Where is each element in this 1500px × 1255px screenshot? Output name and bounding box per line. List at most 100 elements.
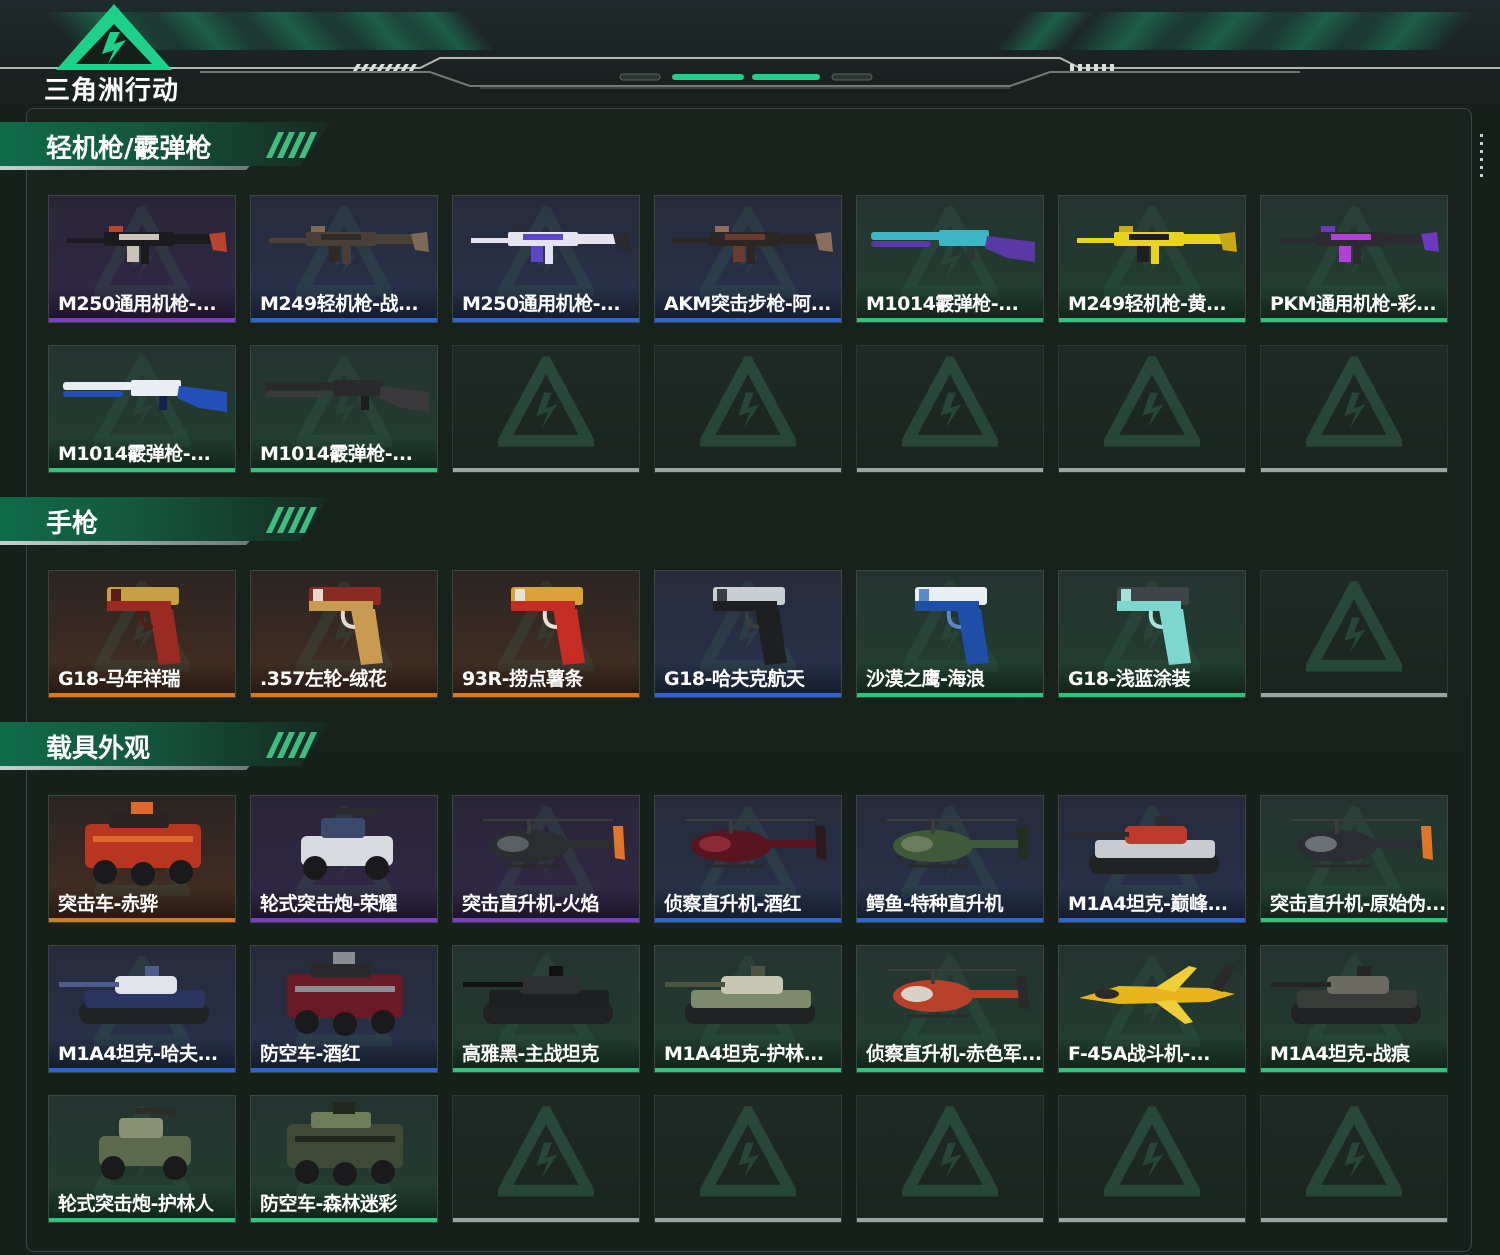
item-card[interactable]: .357左轮-绒花: [250, 570, 438, 698]
pistol-redgold-icon: [511, 587, 585, 665]
delta-watermark-icon: [700, 356, 796, 447]
rarity-bar: [655, 918, 841, 922]
empty-item-slot: [452, 1095, 640, 1223]
delta-watermark-icon: [498, 356, 594, 447]
delta-watermark-icon: [498, 1106, 594, 1197]
pistol-black-icon: [713, 587, 787, 665]
lmg-black-icon: [67, 226, 227, 264]
item-label: 突击车-赤骅: [58, 893, 158, 915]
item-card[interactable]: 轮式突击炮-护林人: [48, 1095, 236, 1223]
rarity-bar: [1059, 1218, 1245, 1222]
lmg-purple-icon: [471, 226, 631, 264]
rarity-bar: [857, 318, 1043, 322]
item-card[interactable]: 轮式突击炮-荣耀: [250, 795, 438, 923]
truck-red-icon: [85, 802, 201, 886]
item-card[interactable]: M1014霰弹枪-...: [250, 345, 438, 473]
item-card[interactable]: M1A4坦克-护林...: [654, 945, 842, 1073]
item-card[interactable]: 突击直升机-原始伪...: [1260, 795, 1448, 923]
item-card[interactable]: AKM突击步枪-阿...: [654, 195, 842, 323]
rarity-bar: [1261, 318, 1447, 322]
item-card[interactable]: 侦察直升机-赤色军...: [856, 945, 1044, 1073]
rarity-bar: [49, 1068, 235, 1072]
rarity-bar: [453, 1218, 639, 1222]
item-card[interactable]: 防空车-森林迷彩: [250, 1095, 438, 1223]
item-label: F-45A战斗机-...: [1068, 1043, 1210, 1065]
rarity-bar: [1261, 468, 1447, 472]
rarity-bar: [655, 318, 841, 322]
rarity-bar: [453, 1068, 639, 1072]
item-card[interactable]: 侦察直升机-酒红: [654, 795, 842, 923]
item-card[interactable]: F-45A战斗机-...: [1058, 945, 1246, 1073]
shotgun-black-icon: [265, 380, 429, 412]
section-header-lmg-shotgun: 轻机枪/霰弹枪: [0, 122, 340, 174]
rarity-bar: [49, 318, 235, 322]
empty-item-slot: [452, 345, 640, 473]
item-card[interactable]: M1A4坦克-哈夫...: [48, 945, 236, 1073]
item-card[interactable]: M1A4坦克-战痕: [1260, 945, 1448, 1073]
apc-wine-icon: [287, 952, 403, 1036]
item-card[interactable]: 突击车-赤骅: [48, 795, 236, 923]
item-card[interactable]: M1014霰弹枪-...: [48, 345, 236, 473]
item-card[interactable]: 鳄鱼-特种直升机: [856, 795, 1044, 923]
buggy-camo-icon: [99, 1108, 191, 1180]
empty-item-slot: [1260, 570, 1448, 698]
tank-red-icon: [1069, 816, 1219, 874]
empty-item-slot: [856, 345, 1044, 473]
rarity-bar: [1059, 318, 1245, 322]
rarity-bar: [453, 318, 639, 322]
item-card[interactable]: PKM通用机枪-彩...: [1260, 195, 1448, 323]
empty-item-slot: [1260, 1095, 1448, 1223]
item-card[interactable]: M250通用机枪-...: [452, 195, 640, 323]
scroll-indicator[interactable]: [1480, 134, 1484, 182]
item-label: M1A4坦克-巅峰...: [1068, 893, 1228, 915]
item-card[interactable]: M1014霰弹枪-...: [856, 195, 1044, 323]
item-card[interactable]: G18-马年祥瑞: [48, 570, 236, 698]
item-label: .357左轮-绒花: [260, 668, 387, 690]
item-label: 防空车-酒红: [260, 1043, 360, 1065]
item-card[interactable]: G18-浅蓝涂装: [1058, 570, 1246, 698]
empty-item-slot: [1260, 345, 1448, 473]
item-label: M1014霰弹枪-...: [58, 443, 211, 465]
heli-green-icon: [887, 819, 1029, 868]
game-logo-text: 三角洲行动: [44, 76, 180, 106]
rarity-bar: [453, 693, 639, 697]
deagle-blue-icon: [915, 587, 989, 665]
pistol-red-icon: [107, 587, 181, 665]
rarity-bar: [1261, 918, 1447, 922]
rarity-bar: [857, 918, 1043, 922]
rarity-bar: [857, 1218, 1043, 1222]
item-label: 鳄鱼-特种直升机: [866, 893, 1003, 915]
rarity-bar: [857, 468, 1043, 472]
item-label: M1A4坦克-战痕: [1270, 1043, 1410, 1065]
item-card[interactable]: 突击直升机-火焰: [452, 795, 640, 923]
empty-item-slot: [1058, 1095, 1246, 1223]
rarity-bar: [1261, 693, 1447, 697]
apc-camo-icon: [287, 1102, 403, 1186]
shotgun-cyan-icon: [871, 230, 1035, 262]
item-label: M1A4坦克-哈夫...: [58, 1043, 218, 1065]
shotgun-blue-icon: [63, 380, 227, 412]
item-card[interactable]: M249轻机枪-黄...: [1058, 195, 1246, 323]
empty-item-slot: [1058, 345, 1246, 473]
rarity-bar: [251, 918, 437, 922]
item-card[interactable]: 高雅黑-主战坦克: [452, 945, 640, 1073]
item-card[interactable]: M250通用机枪-...: [48, 195, 236, 323]
rarity-bar: [655, 468, 841, 472]
item-label: M250通用机枪-...: [462, 293, 621, 315]
item-label: G18-浅蓝涂装: [1068, 668, 1190, 690]
item-label: 轮式突击炮-荣耀: [260, 893, 397, 915]
revolver-gold-icon: [309, 587, 383, 665]
rarity-bar: [453, 468, 639, 472]
item-card[interactable]: 防空车-酒红: [250, 945, 438, 1073]
delta-watermark-icon: [902, 356, 998, 447]
item-card[interactable]: M249轻机枪-战...: [250, 195, 438, 323]
item-card[interactable]: G18-哈夫克航天: [654, 570, 842, 698]
item-card[interactable]: 沙漠之鹰-海浪: [856, 570, 1044, 698]
heli-wine-icon: [685, 819, 827, 868]
item-card[interactable]: 93R-捞点薯条: [452, 570, 640, 698]
delta-watermark-icon: [700, 1106, 796, 1197]
item-label: M249轻机枪-战...: [260, 293, 419, 315]
item-label: 防空车-森林迷彩: [260, 1193, 397, 1215]
heli-flame-icon: [483, 819, 625, 868]
item-card[interactable]: M1A4坦克-巅峰...: [1058, 795, 1246, 923]
